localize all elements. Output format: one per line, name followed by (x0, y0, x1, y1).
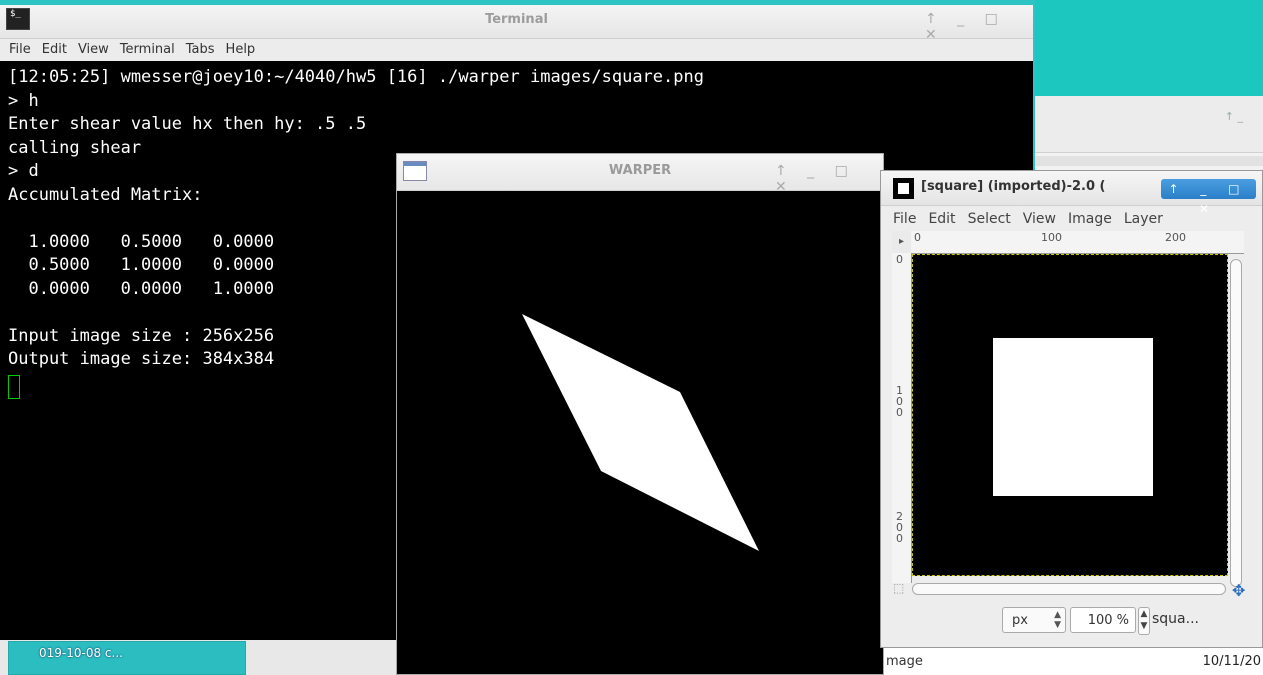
terminal-title: Terminal (485, 12, 548, 27)
status-bar: mage 10/11/20 (884, 648, 1263, 675)
menu-terminal[interactable]: Terminal (120, 39, 175, 61)
horizontal-ruler[interactable]: 0 100 200 (911, 231, 1244, 254)
taskbar-item-label: 019-10-08 c... (39, 646, 123, 660)
sheared-image (522, 314, 759, 551)
gimp-window: [square] (imported)-2.0 ( ↑ _ □ ✕ File Ed… (880, 170, 1263, 648)
image-canvas[interactable] (912, 254, 1228, 576)
gimp-titlebar[interactable]: [square] (imported)-2.0 ( ↑ _ □ ✕ (881, 171, 1262, 216)
gimp-statusbar: px ▲ ▼ 100 % ▲ ▼ squa... (881, 601, 1262, 647)
ruler-label: 200 (1165, 231, 1186, 244)
menu-select[interactable]: Select (968, 207, 1011, 231)
ruler-label: 0 (914, 231, 921, 244)
quick-mask-icon[interactable]: ⬚ (893, 581, 904, 595)
taskbar-item[interactable]: 019-10-08 c... (8, 641, 246, 675)
gimp-image-icon (893, 178, 914, 199)
white-square (993, 338, 1153, 496)
zoom-spinner[interactable]: ▲ ▼ (1138, 607, 1150, 635)
menu-view[interactable]: View (1023, 207, 1056, 231)
warper-canvas (522, 314, 759, 551)
gimp-menubar: File Edit Select View Image Layer (881, 207, 1262, 231)
window-controls[interactable]: ↑ _ □ ✕ (1161, 179, 1256, 216)
status-text: squa... (1152, 611, 1199, 627)
menu-help[interactable]: Help (226, 39, 256, 61)
menu-file[interactable]: File (9, 39, 31, 61)
terminal-line: > h (8, 90, 39, 111)
gimp-title: [square] (imported)-2.0 ( (921, 179, 1106, 194)
warper-window: WARPER ↑ _ □ ✕ (396, 153, 884, 675)
zoom-input[interactable]: 100 % (1070, 607, 1136, 633)
menu-image[interactable]: Image (1068, 207, 1112, 231)
horizontal-scrollbar[interactable] (912, 583, 1226, 595)
terminal-line: [12:05:25] wmesser@joey10:~/4040/hw5 [16… (8, 67, 704, 87)
ruler-label: 1 0 0 (896, 384, 903, 419)
status-text: mage (886, 654, 923, 669)
ruler-label: 2 0 0 (896, 510, 903, 545)
ruler-label: 100 (1041, 231, 1062, 244)
menu-file[interactable]: File (893, 207, 916, 231)
terminal-titlebar[interactable]: $_ Terminal ↑ _ □ ✕ (0, 5, 1033, 43)
desktop-background (1035, 0, 1263, 96)
terminal-line: Enter shear value hx then hy: .5 .5 (8, 114, 367, 134)
vertical-scrollbar[interactable] (1230, 259, 1242, 587)
menu-tabs[interactable]: Tabs (186, 39, 215, 61)
warper-titlebar[interactable]: WARPER ↑ _ □ ✕ (397, 154, 883, 195)
menu-view[interactable]: View (78, 39, 109, 61)
menu-edit[interactable]: Edit (928, 207, 955, 231)
menu-edit[interactable]: Edit (42, 39, 67, 61)
vertical-ruler[interactable]: 0 1 0 0 2 0 0 (892, 253, 912, 583)
ruler-label: 0 (896, 253, 903, 266)
clock: 10/11/20 (1202, 654, 1261, 669)
menu-arrow-icon[interactable]: ▸ (892, 231, 911, 253)
background-window-titlebar: ↑ _ (1035, 96, 1263, 153)
navigate-icon[interactable]: ✥ (1232, 581, 1245, 600)
menu-layer[interactable]: Layer (1124, 207, 1163, 231)
terminal-menubar: File Edit View Terminal Tabs Help (0, 39, 1033, 61)
terminal-cursor (8, 375, 20, 399)
unit-select[interactable]: px ▲ ▼ (1002, 607, 1066, 633)
